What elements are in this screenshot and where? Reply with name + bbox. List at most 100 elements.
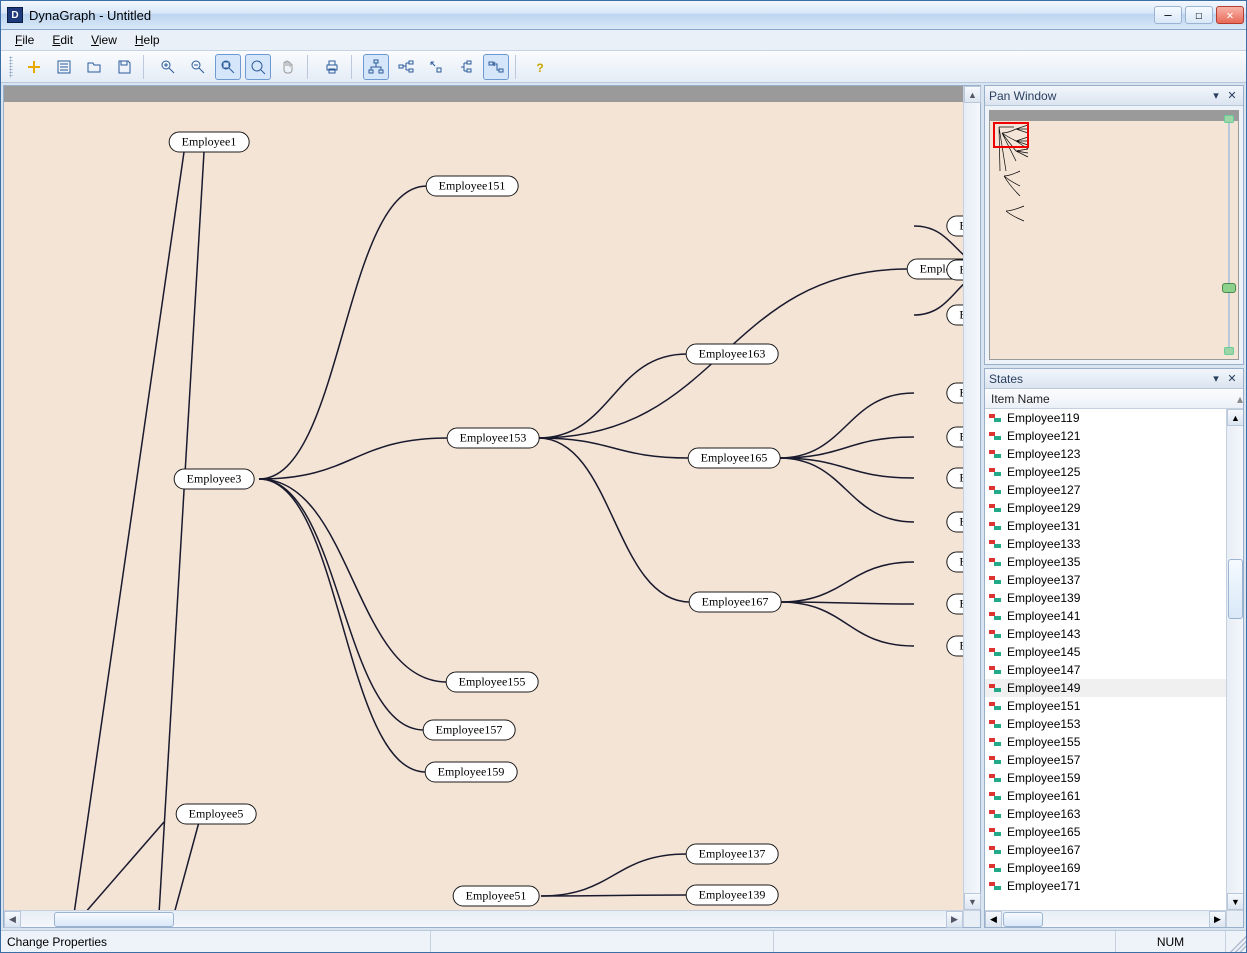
scroll-left-icon[interactable]: ◀: [985, 911, 1002, 927]
menu-help[interactable]: Help: [127, 31, 168, 49]
scroll-down-icon[interactable]: ▼: [1227, 893, 1243, 910]
graph-node[interactable]: Employee153: [447, 428, 540, 449]
graph-node[interactable]: Employee3: [174, 469, 255, 490]
states-row[interactable]: Employee123: [985, 445, 1226, 463]
toolbar-new-node[interactable]: [21, 54, 47, 80]
graph-node[interactable]: Employee157: [423, 720, 516, 741]
toolbar-layout-horiz[interactable]: [393, 54, 419, 80]
zoom-in-cap-icon[interactable]: [1224, 115, 1234, 123]
states-row[interactable]: Employee127: [985, 481, 1226, 499]
states-row[interactable]: Employee147: [985, 661, 1226, 679]
states-row[interactable]: Employee143: [985, 625, 1226, 643]
states-row[interactable]: Employee141: [985, 607, 1226, 625]
scroll-right-icon[interactable]: ▶: [946, 911, 963, 928]
states-row[interactable]: Employee139: [985, 589, 1226, 607]
states-row[interactable]: Employee131: [985, 517, 1226, 535]
states-row[interactable]: Employee133: [985, 535, 1226, 553]
graph-node[interactable]: Employee165: [688, 448, 781, 469]
canvas-scrollbar-vertical[interactable]: ▲ ▼: [963, 86, 980, 910]
close-button[interactable]: ✕: [1216, 6, 1244, 24]
states-scrollbar-vertical[interactable]: ▲ ▼: [1226, 409, 1243, 910]
states-row[interactable]: Employee155: [985, 733, 1226, 751]
node-icon: [989, 592, 1003, 604]
graph-node[interactable]: Employee51: [453, 886, 540, 907]
minimize-button[interactable]: —: [1154, 6, 1182, 24]
scroll-right-icon[interactable]: ▶: [1209, 911, 1226, 927]
states-row[interactable]: Employee149: [985, 679, 1226, 697]
pan-viewport-rect[interactable]: [993, 122, 1029, 148]
pan-window-canvas[interactable]: [989, 110, 1239, 360]
states-row[interactable]: Employee161: [985, 787, 1226, 805]
states-row[interactable]: Employee167: [985, 841, 1226, 859]
toolbar-zoom-in[interactable]: [155, 54, 181, 80]
states-row[interactable]: Employee129: [985, 499, 1226, 517]
toolbar-grip[interactable]: [9, 56, 13, 78]
panel-menu-icon[interactable]: ▾: [1209, 89, 1223, 103]
states-row[interactable]: Employee163: [985, 805, 1226, 823]
toolbar-zoom-fit[interactable]: [215, 54, 241, 80]
states-row[interactable]: Employee119: [985, 409, 1226, 427]
panel-close-icon[interactable]: ✕: [1225, 372, 1239, 386]
states-row[interactable]: Employee135: [985, 553, 1226, 571]
states-row[interactable]: Employee165: [985, 823, 1226, 841]
scroll-down-icon[interactable]: ▼: [964, 893, 981, 910]
toolbar-print[interactable]: [319, 54, 345, 80]
pan-window-header[interactable]: Pan Window ▾ ✕: [985, 86, 1243, 106]
node-icon: [989, 880, 1003, 892]
graph-node[interactable]: Employee1: [169, 132, 250, 153]
zoom-slider-knob[interactable]: [1222, 283, 1236, 293]
panel-menu-icon[interactable]: ▾: [1209, 372, 1223, 386]
toolbar-layout-vert[interactable]: [423, 54, 449, 80]
states-column-header[interactable]: Item Name ▴: [985, 389, 1243, 409]
toolbar-zoom-out[interactable]: [185, 54, 211, 80]
toolbar-pan[interactable]: [275, 54, 301, 80]
zoom-out-cap-icon[interactable]: [1224, 347, 1234, 355]
graph-canvas[interactable]: Employee1 Employee3 Employee5 Employee151 Em…: [4, 102, 980, 927]
toolbar-zoom-region[interactable]: [245, 54, 271, 80]
menu-edit[interactable]: Edit: [44, 31, 81, 49]
scroll-thumb-vertical[interactable]: [1228, 559, 1243, 619]
canvas-scrollbar-horizontal[interactable]: ◀ ▶: [4, 910, 963, 927]
maximize-button[interactable]: ☐: [1185, 6, 1213, 24]
states-row[interactable]: Employee171: [985, 877, 1226, 895]
states-scrollbar-horizontal[interactable]: ◀ ▶: [985, 910, 1226, 927]
states-row[interactable]: Employee125: [985, 463, 1226, 481]
toolbar-properties[interactable]: [51, 54, 77, 80]
states-row[interactable]: Employee153: [985, 715, 1226, 733]
graph-node[interactable]: Employee137: [686, 844, 779, 865]
scroll-thumb-horizontal[interactable]: [54, 912, 174, 927]
states-row[interactable]: Employee169: [985, 859, 1226, 877]
scroll-thumb-horizontal[interactable]: [1003, 912, 1043, 927]
states-list[interactable]: Employee119Employee121Employee123Employe…: [985, 409, 1243, 927]
menu-view[interactable]: View: [83, 31, 125, 49]
toolbar-layout-swap[interactable]: [483, 54, 509, 80]
states-row[interactable]: Employee137: [985, 571, 1226, 589]
graph-node[interactable]: Employee167: [689, 592, 782, 613]
panel-close-icon[interactable]: ✕: [1225, 89, 1239, 103]
graph-node[interactable]: Employee159: [425, 762, 518, 783]
scroll-up-icon[interactable]: ▲: [964, 86, 981, 103]
graph-node[interactable]: Employee151: [426, 176, 519, 197]
toolbar-help[interactable]: ?: [527, 54, 553, 80]
scroll-up-icon[interactable]: ▲: [1227, 409, 1243, 426]
states-row[interactable]: Employee159: [985, 769, 1226, 787]
graph-node[interactable]: Employee5: [176, 804, 257, 825]
toolbar-save[interactable]: [111, 54, 137, 80]
graph-node[interactable]: Employee155: [446, 672, 539, 693]
states-row[interactable]: Employee121: [985, 427, 1226, 445]
toolbar-open[interactable]: [81, 54, 107, 80]
pan-zoom-slider[interactable]: [1222, 115, 1236, 355]
scroll-left-icon[interactable]: ◀: [4, 911, 21, 928]
states-row[interactable]: Employee157: [985, 751, 1226, 769]
graph-node[interactable]: Employee163: [686, 344, 779, 365]
toolbar-layout-branch[interactable]: [453, 54, 479, 80]
states-row[interactable]: Employee151: [985, 697, 1226, 715]
menu-file[interactable]: File: [7, 31, 42, 49]
states-row-label: Employee141: [1007, 609, 1080, 623]
app-window: D DynaGraph - Untitled — ☐ ✕ FileEditVie…: [0, 0, 1247, 953]
states-row[interactable]: Employee145: [985, 643, 1226, 661]
graph-node[interactable]: Employee139: [686, 885, 779, 906]
resize-grip-icon[interactable]: [1226, 931, 1246, 952]
toolbar-layout-tree[interactable]: [363, 54, 389, 80]
states-header[interactable]: States ▾ ✕: [985, 369, 1243, 389]
